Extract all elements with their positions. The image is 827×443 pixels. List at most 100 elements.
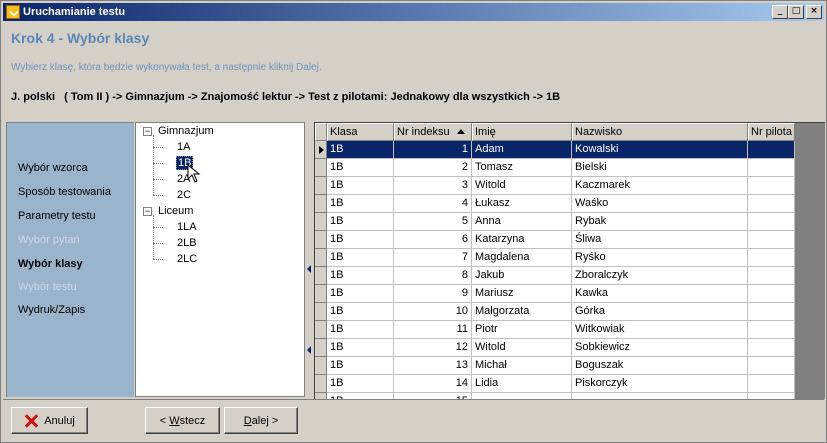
cell-imie[interactable]: Magdalena [472, 249, 572, 267]
cell-klasa[interactable]: 1B [327, 213, 394, 231]
column-header-imie[interactable]: Imię [472, 123, 572, 141]
cell-nr-pilota[interactable] [748, 195, 795, 213]
cell-klasa[interactable]: 1B [327, 177, 394, 195]
cell-nazwisko[interactable]: Kaczmarek [572, 177, 748, 195]
sidebar-item-wydruk-zapis[interactable]: Wydruk/Zapis [18, 304, 85, 316]
collapse-icon[interactable]: − [143, 127, 152, 136]
collapse-left-arrow-icon[interactable] [307, 346, 311, 354]
cell-nr-pilota[interactable] [748, 213, 795, 231]
maximize-button[interactable]: □ [788, 5, 804, 19]
cell-nr-pilota[interactable] [748, 375, 795, 393]
cell-imie[interactable]: Witold [472, 339, 572, 357]
cell-imie[interactable]: Witold [472, 177, 572, 195]
table-row[interactable]: 1B 5 Anna Rybak [315, 213, 795, 231]
cell-imie[interactable]: Anna [472, 213, 572, 231]
cell-nr-indeksu[interactable]: 1 [394, 141, 472, 159]
cell-klasa[interactable]: 1B [327, 195, 394, 213]
tree-node-1a[interactable]: 1A [177, 141, 190, 153]
row-indicator[interactable] [315, 321, 327, 339]
cell-klasa[interactable]: 1B [327, 141, 394, 159]
table-row[interactable]: 1B 6 Katarzyna Śliwa [315, 231, 795, 249]
table-row[interactable]: 1B 3 Witold Kaczmarek [315, 177, 795, 195]
column-header-nr-indeksu[interactable]: Nr indeksu [394, 123, 472, 141]
cell-nr-indeksu[interactable]: 10 [394, 303, 472, 321]
collapse-icon[interactable]: − [143, 207, 152, 216]
cell-klasa[interactable]: 1B [327, 159, 394, 177]
row-indicator[interactable] [315, 141, 327, 159]
back-button[interactable]: < Wstecz [145, 407, 220, 434]
cell-nazwisko[interactable]: Witkowiak [572, 321, 748, 339]
table-row[interactable]: 1B 11 Piotr Witkowiak [315, 321, 795, 339]
cell-nr-pilota[interactable] [748, 177, 795, 195]
row-indicator[interactable] [315, 159, 327, 177]
cell-nazwisko[interactable]: Piskorczyk [572, 375, 748, 393]
table-row[interactable]: 1B 10 Małgorzata Górka [315, 303, 795, 321]
cell-imie[interactable]: Piotr [472, 321, 572, 339]
row-indicator[interactable] [315, 303, 327, 321]
cell-nr-indeksu[interactable]: 14 [394, 375, 472, 393]
cell-imie[interactable]: Lidia [472, 375, 572, 393]
cell-nr-indeksu[interactable]: 13 [394, 357, 472, 375]
cell-nazwisko[interactable]: Górka [572, 303, 748, 321]
cell-klasa[interactable]: 1B [327, 231, 394, 249]
cell-klasa[interactable]: 1B [327, 267, 394, 285]
cell-nr-pilota[interactable] [748, 357, 795, 375]
cell-nr-indeksu[interactable]: 7 [394, 249, 472, 267]
cell-klasa[interactable]: 1B [327, 375, 394, 393]
tree-group-liceum[interactable]: Liceum [158, 205, 193, 217]
cell-imie[interactable]: Łukasz [472, 195, 572, 213]
table-row[interactable]: 1B 1 Adam Kowalski [315, 141, 795, 159]
cell-nazwisko[interactable]: Bielski [572, 159, 748, 177]
cell-nr-indeksu[interactable]: 9 [394, 285, 472, 303]
tree-group-gimnazjum[interactable]: Gimnazjum [158, 125, 214, 137]
cell-nr-indeksu[interactable]: 2 [394, 159, 472, 177]
cell-nazwisko[interactable]: Rybak [572, 213, 748, 231]
tree-node-1la[interactable]: 1LA [177, 221, 197, 233]
close-button[interactable]: × [806, 5, 822, 19]
cell-nr-pilota[interactable] [748, 285, 795, 303]
table-row[interactable]: 1B 4 Łukasz Waśko [315, 195, 795, 213]
cell-nr-indeksu[interactable]: 5 [394, 213, 472, 231]
cell-nazwisko[interactable]: Waśko [572, 195, 748, 213]
row-indicator[interactable] [315, 213, 327, 231]
cell-nazwisko[interactable]: Kowalski [572, 141, 748, 159]
table-row[interactable]: 1B 12 Witold Sobkiewicz [315, 339, 795, 357]
cell-nr-pilota[interactable] [748, 141, 795, 159]
cell-nr-indeksu[interactable]: 11 [394, 321, 472, 339]
row-indicator[interactable] [315, 285, 327, 303]
cell-klasa[interactable]: 1B [327, 321, 394, 339]
cell-nazwisko[interactable]: Zboralczyk [572, 267, 748, 285]
minimize-button[interactable]: _ [772, 5, 788, 19]
next-button[interactable]: Dalej > [224, 407, 298, 434]
title-bar[interactable]: Uruchamianie testu _ □ × [3, 3, 824, 21]
sidebar-item-wybor-wzorca[interactable]: Wybór wzorca [18, 162, 88, 174]
row-indicator[interactable] [315, 231, 327, 249]
column-header-nazwisko[interactable]: Nazwisko [572, 123, 748, 141]
cell-nr-indeksu[interactable]: 6 [394, 231, 472, 249]
cell-klasa[interactable]: 1B [327, 303, 394, 321]
cell-nr-pilota[interactable] [748, 303, 795, 321]
cell-nazwisko[interactable]: Sobkiewicz [572, 339, 748, 357]
cell-imie[interactable]: Katarzyna [472, 231, 572, 249]
column-header-klasa[interactable]: Klasa [327, 123, 394, 141]
cell-nr-indeksu[interactable]: 4 [394, 195, 472, 213]
cell-nr-pilota[interactable] [748, 231, 795, 249]
cell-nr-indeksu[interactable]: 8 [394, 267, 472, 285]
cell-nr-indeksu[interactable]: 12 [394, 339, 472, 357]
cell-nazwisko[interactable]: Ryśko [572, 249, 748, 267]
sidebar-item-wybor-klasy[interactable]: Wybór klasy [18, 258, 83, 270]
table-row[interactable]: 1B 7 Magdalena Ryśko [315, 249, 795, 267]
class-tree[interactable]: − Gimnazjum 1A 1B 2A 2C − Liceum 1LA 2LB… [135, 122, 305, 397]
row-indicator[interactable] [315, 375, 327, 393]
cell-imie[interactable]: Michał [472, 357, 572, 375]
cell-nr-pilota[interactable] [748, 159, 795, 177]
row-indicator[interactable] [315, 357, 327, 375]
cell-klasa[interactable]: 1B [327, 339, 394, 357]
row-indicator[interactable] [315, 339, 327, 357]
cell-klasa[interactable]: 1B [327, 357, 394, 375]
cell-nr-indeksu[interactable]: 3 [394, 177, 472, 195]
row-indicator[interactable] [315, 177, 327, 195]
cell-imie[interactable]: Jakub [472, 267, 572, 285]
collapse-left-arrow-icon[interactable] [307, 265, 311, 273]
sidebar-item-sposob-testowania[interactable]: Sposób testowania [18, 186, 111, 198]
